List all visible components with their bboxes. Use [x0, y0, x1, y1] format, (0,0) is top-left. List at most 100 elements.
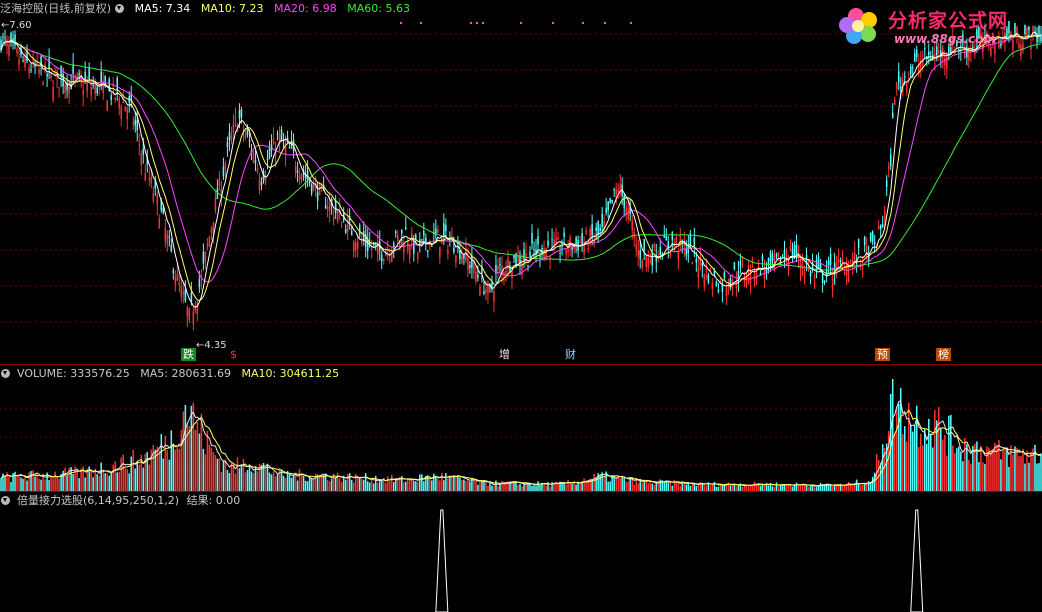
candle-down [22, 60, 24, 62]
candle-up [148, 178, 151, 180]
candle-down [575, 237, 577, 245]
candle-up [150, 177, 153, 184]
marker-cai[interactable]: 财 [563, 348, 578, 361]
candle-up [675, 237, 678, 244]
candle-up [883, 210, 886, 220]
candle-up [256, 167, 259, 172]
dropdown-icon[interactable] [115, 3, 125, 13]
volume-bar-down [160, 434, 163, 491]
candle-up [461, 255, 463, 264]
volume-chart[interactable] [0, 365, 1042, 492]
volume-pane[interactable]: VOLUME: 333576.25 MA5: 280631.69 MA10: 3… [0, 364, 1042, 492]
candle-down [889, 154, 892, 167]
indicator-chart[interactable] [0, 492, 1042, 612]
candle-up [298, 175, 301, 181]
candle-down [721, 285, 724, 293]
volume-bar-down [537, 481, 539, 491]
volume-bar-up [557, 483, 559, 491]
candle-up [497, 265, 499, 271]
flower-icon [839, 8, 877, 44]
volume-bar-down [268, 472, 271, 491]
candle-up [54, 73, 56, 75]
candle-down [771, 253, 774, 265]
candle-up [407, 241, 409, 251]
volume-bar-down [607, 481, 609, 491]
price-pane[interactable]: 泛海控股(日线,前复权) MA5: 7.34 MA10: 7.23 MA20: … [0, 0, 1042, 364]
candle-up [64, 85, 66, 93]
volume-bar-down [292, 475, 295, 491]
volume-bar-down [334, 477, 337, 491]
volume-bar-down [1014, 446, 1016, 491]
volume-bar-down [270, 474, 273, 491]
candle-up [188, 308, 191, 321]
candle-down [717, 289, 720, 292]
volume-bar-up [637, 483, 639, 491]
marker-bang[interactable]: 榜 [936, 348, 951, 361]
dropdown-icon[interactable] [1, 495, 10, 505]
volume-bar-down [198, 433, 201, 491]
candle-down [537, 236, 539, 245]
candle-up [627, 208, 629, 220]
candle-up [437, 229, 439, 233]
volume-bar-up [32, 470, 34, 491]
volume-bar-down [378, 480, 381, 491]
candle-up [326, 206, 329, 210]
price-chart[interactable] [0, 0, 1042, 364]
volume-bar-down [348, 473, 351, 491]
volume-bar-down [362, 479, 365, 491]
candle-up [511, 270, 513, 278]
candle-down [531, 232, 533, 244]
volume-bar-down [421, 474, 423, 491]
volume-bar-down [489, 483, 491, 491]
volume-bar-down [372, 483, 375, 491]
volume-bar-up [236, 457, 239, 491]
volume-bar-up [54, 471, 56, 491]
volume-bar-up [753, 481, 756, 491]
volume-bar-up [952, 445, 954, 491]
volume-bar-down [940, 427, 942, 491]
candle-down [471, 255, 473, 268]
candle-up [140, 154, 143, 166]
candle-down [663, 235, 666, 238]
candle-up [252, 153, 255, 163]
candle-down [601, 213, 603, 227]
volume-bar-up [711, 483, 714, 491]
volume-bar-up [479, 480, 481, 491]
volume-bar-up [124, 468, 127, 491]
volume-bar-up [256, 471, 259, 491]
candle-up [118, 98, 120, 109]
marker-die[interactable]: 跌 [181, 348, 196, 361]
volume-bar-up [90, 471, 92, 491]
volume-bar-down [368, 482, 371, 491]
volume-bar-down [254, 467, 257, 491]
marker-dollar[interactable]: $ [228, 348, 239, 361]
candle-up [887, 166, 890, 169]
candle-down [873, 242, 876, 245]
volume-bar-down [1008, 466, 1010, 491]
candle-down [571, 247, 573, 250]
volume-bar-up [485, 482, 487, 491]
dropdown-icon[interactable] [1, 368, 10, 378]
candle-down [523, 249, 525, 260]
volume-bar-up [284, 477, 287, 491]
candle-up [587, 247, 589, 250]
volume-bar-up [200, 413, 203, 491]
volume-bar-down [643, 479, 645, 491]
candle-up [517, 256, 519, 262]
volume-bar-up [585, 482, 587, 491]
candle-up [803, 270, 806, 276]
volume-bar-up [188, 426, 191, 491]
candle-down [783, 250, 786, 259]
chart-title: 泛海控股(日线,前复权) [0, 2, 112, 15]
candle-down [350, 230, 353, 236]
candle-down [581, 233, 583, 244]
indicator-pane[interactable]: 倍量接力选股(6,14,95,250,1,2) 结果: 0.00 [0, 491, 1042, 612]
volume-bar-up [467, 479, 469, 491]
volume-bar-down [855, 479, 858, 491]
volume-bar-down [911, 431, 914, 491]
volume-bar-up [336, 472, 339, 491]
marker-yu[interactable]: 预 [875, 348, 890, 361]
candle-down [533, 249, 535, 251]
marker-zeng[interactable]: 增 [497, 348, 512, 361]
volume-bar-down [413, 480, 415, 491]
